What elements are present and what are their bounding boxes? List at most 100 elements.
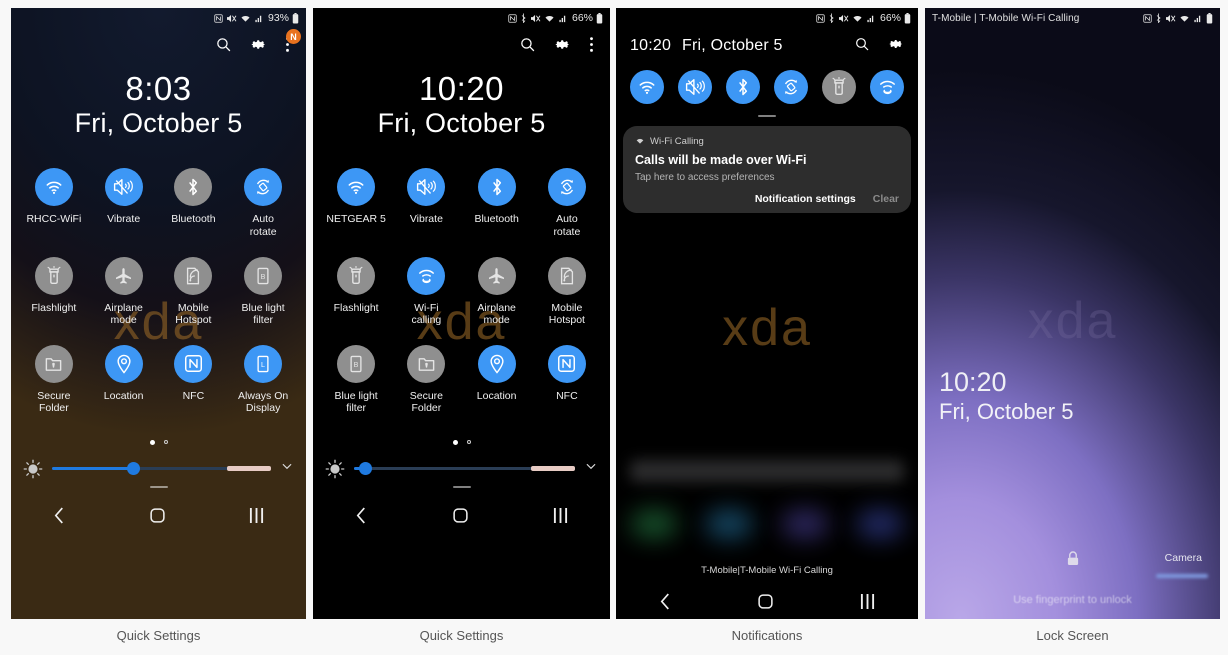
page-dot[interactable] — [466, 440, 471, 445]
bluetooth-icon — [1156, 13, 1161, 23]
hotspot-icon[interactable] — [547, 256, 586, 295]
qs-tile-vibrate[interactable]: Vibrate — [89, 168, 159, 238]
home-icon[interactable] — [757, 593, 774, 615]
bluetooth-icon[interactable] — [477, 168, 516, 207]
auto-rotate-icon[interactable] — [774, 70, 808, 104]
mute-icon — [530, 14, 541, 22]
qs-tile-flashlight[interactable]: Flashlight — [321, 256, 391, 327]
clear-button[interactable]: Clear — [873, 193, 899, 205]
qs-tile-auto-rotate[interactable]: Auto rotate — [532, 168, 602, 238]
gear-icon[interactable] — [250, 36, 267, 58]
page-dot[interactable] — [163, 440, 168, 445]
qs-tile-mobile-hotspot[interactable]: Mobile Hotspot — [532, 256, 602, 327]
qs-tile-vibrate[interactable]: Vibrate — [391, 168, 461, 238]
fingerprint-hint: Use fingerprint to unlock — [1013, 594, 1132, 606]
wifi-icon[interactable] — [630, 70, 664, 104]
hotspot-icon[interactable] — [174, 256, 213, 295]
qs-tile-blue-light-filter[interactable]: B Blue light filter — [228, 256, 298, 327]
qs-tile-secure-folder[interactable]: Secure Folder — [391, 344, 461, 415]
vibrate-icon[interactable] — [678, 70, 712, 104]
page-dot-active[interactable] — [452, 439, 458, 445]
home-icon[interactable] — [149, 507, 166, 529]
search-icon[interactable] — [215, 36, 232, 58]
qs-tile-label: Auto rotate — [553, 213, 581, 238]
status-bar-icons: 93% — [214, 12, 299, 24]
search-icon[interactable] — [854, 36, 870, 57]
wifi-icon[interactable] — [337, 168, 376, 207]
blue-light-filter-icon[interactable]: B — [244, 256, 283, 295]
gear-icon[interactable] — [554, 36, 571, 58]
wifi-icon[interactable] — [34, 168, 73, 207]
qs-tile-mobile-hotspot[interactable]: Mobile Hotspot — [159, 256, 229, 327]
qs-tile-location[interactable]: Location — [89, 344, 159, 415]
brightness-slider-knob[interactable] — [127, 462, 141, 476]
chevron-down-icon[interactable] — [280, 459, 294, 478]
qs-tile-airplane-mode[interactable]: Airplane mode — [462, 256, 532, 327]
flashlight-icon[interactable] — [337, 256, 376, 295]
flashlight-icon[interactable] — [822, 70, 856, 104]
recents-icon[interactable] — [553, 507, 568, 529]
notification-settings-button[interactable]: Notification settings — [755, 193, 856, 205]
qs-tile-bluetooth[interactable]: Bluetooth — [462, 168, 532, 238]
qs-tile-netgear-5[interactable]: NETGEAR 5 — [321, 168, 391, 238]
glow-green — [629, 509, 678, 539]
airplane-icon[interactable] — [477, 256, 516, 295]
qs-tile-location[interactable]: Location — [462, 344, 532, 415]
camera-shortcut-label[interactable]: Camera — [1165, 552, 1202, 564]
back-icon[interactable] — [355, 506, 368, 530]
recents-icon[interactable] — [860, 593, 875, 615]
bluetooth-icon[interactable] — [726, 70, 760, 104]
notification-card[interactable]: Wi-Fi Calling Calls will be made over Wi… — [623, 126, 911, 213]
qs-tile-bluetooth[interactable]: Bluetooth — [159, 168, 229, 238]
chevron-down-icon[interactable] — [584, 459, 598, 478]
vibrate-icon[interactable] — [104, 168, 143, 207]
qs-tile-airplane-mode[interactable]: Airplane mode — [89, 256, 159, 327]
page-dot-active[interactable] — [149, 439, 155, 445]
search-icon[interactable] — [519, 36, 536, 58]
qs-tile-rhcc-wifi[interactable]: RHCC-WiFi — [19, 168, 89, 238]
qs-tile-nfc[interactable]: NFC — [159, 344, 229, 415]
camera-shortcut-bar[interactable] — [1156, 574, 1208, 578]
brightness-slider[interactable] — [52, 462, 271, 476]
gear-icon[interactable] — [888, 36, 904, 57]
drag-handle[interactable] — [452, 485, 471, 488]
auto-rotate-icon[interactable] — [547, 168, 586, 207]
home-icon[interactable] — [452, 507, 469, 529]
qs-tile-label: Bluetooth — [171, 213, 216, 226]
flashlight-icon[interactable] — [34, 256, 73, 295]
location-pin-icon[interactable] — [104, 344, 143, 383]
qs-tile-always-on-display[interactable]: L Always On Display — [228, 344, 298, 415]
overflow-menu-icon[interactable] — [589, 36, 594, 58]
drag-handle[interactable] — [149, 485, 168, 488]
notification-title: Calls will be made over Wi-Fi — [635, 153, 807, 167]
drag-handle[interactable] — [758, 115, 776, 117]
qs-tile-wi-fi-calling[interactable]: Wi-Fi calling — [391, 256, 461, 327]
secure-folder-icon[interactable] — [407, 344, 446, 383]
qs-tile-secure-folder[interactable]: Secure Folder — [19, 344, 89, 415]
airplane-icon[interactable] — [104, 256, 143, 295]
nfc-icon — [1143, 13, 1152, 23]
vibrate-icon[interactable] — [407, 168, 446, 207]
brightness-slider-knob[interactable] — [359, 462, 373, 476]
qs-tile-flashlight[interactable]: Flashlight — [19, 256, 89, 327]
overflow-menu-icon[interactable]: N — [285, 29, 301, 58]
secure-folder-icon[interactable] — [34, 344, 73, 383]
bluetooth-icon[interactable] — [174, 168, 213, 207]
back-icon[interactable] — [659, 592, 672, 616]
qs-tile-auto-rotate[interactable]: Auto rotate — [228, 168, 298, 238]
nfc-icon[interactable] — [547, 344, 586, 383]
nfc-icon[interactable] — [174, 344, 213, 383]
qs-tile-blue-light-filter[interactable]: B Blue light filter — [321, 344, 391, 415]
wifi-calling-icon[interactable] — [870, 70, 904, 104]
auto-rotate-icon[interactable] — [244, 168, 283, 207]
location-pin-icon[interactable] — [477, 344, 516, 383]
blue-light-filter-icon[interactable]: B — [337, 344, 376, 383]
wifi-calling-icon[interactable] — [407, 256, 446, 295]
qs-tile-label: NFC — [182, 389, 205, 402]
brightness-slider[interactable] — [354, 462, 575, 476]
recents-icon[interactable] — [249, 507, 264, 529]
qs-tile-label: Vibrate — [409, 213, 443, 226]
qs-tile-nfc[interactable]: NFC — [532, 344, 602, 415]
back-icon[interactable] — [53, 506, 66, 530]
always-on-display-icon[interactable]: L — [244, 344, 283, 383]
